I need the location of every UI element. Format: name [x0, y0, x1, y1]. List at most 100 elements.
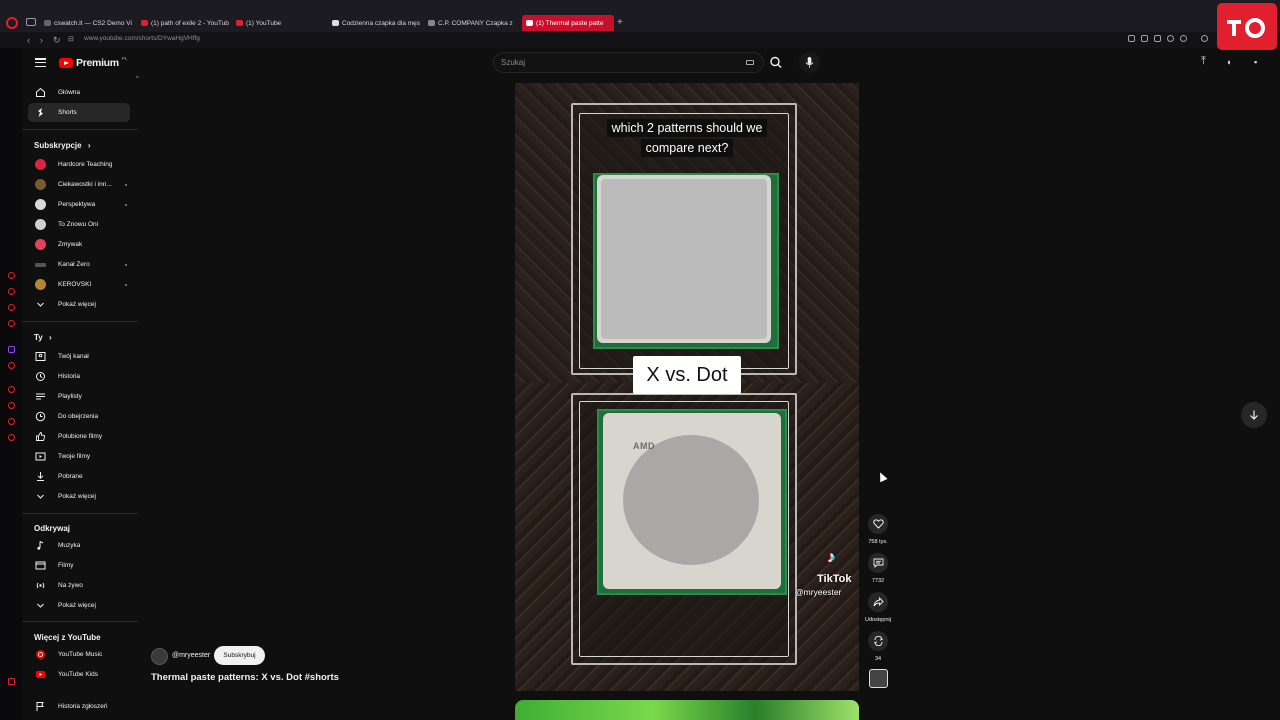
back-arrow-icon[interactable]: ‹ — [27, 35, 30, 45]
shield-icon[interactable] — [1154, 35, 1161, 42]
show-more-explore[interactable]: Pokaż więcej — [28, 596, 130, 615]
play-icon[interactable] — [1167, 35, 1174, 42]
sidebar-item-subscription[interactable]: Ciekawostki i inn... — [28, 175, 130, 194]
video-icon — [35, 451, 46, 462]
sidebar-divider — [22, 513, 138, 514]
channel-thumbnail[interactable] — [869, 669, 888, 688]
instagram-icon[interactable] — [8, 288, 15, 295]
sidebar-item-label: Ciekawostki i inn... — [58, 181, 112, 188]
browser-tab-cp-company[interactable]: C.P. COMPANY Czapka z — [424, 15, 518, 31]
browser-tab-path-of-exile[interactable]: (1) path of exile 2 - YouTub — [137, 15, 231, 31]
sidebar-item-label: Muzyka — [58, 542, 81, 549]
sidebar-item-playlists[interactable]: Playlisty — [28, 387, 130, 406]
sidebar-item-shorts[interactable]: Shorts — [28, 103, 130, 122]
channel-avatar — [35, 159, 46, 170]
remix-button[interactable] — [868, 631, 888, 651]
snapshot-icon[interactable] — [1141, 35, 1148, 42]
caption-line: compare next? — [640, 139, 734, 157]
voice-search-button[interactable] — [799, 52, 820, 73]
search-box[interactable] — [493, 52, 764, 73]
twitch-icon[interactable] — [8, 346, 15, 353]
sidebar-item-subscription[interactable]: KEROVSKI — [28, 275, 130, 294]
subscriptions-heading[interactable]: Subskrypcje › — [34, 141, 90, 150]
next-short-button[interactable] — [1241, 402, 1267, 428]
film-icon — [35, 560, 46, 571]
sidebar-scroll-up-icon[interactable]: ^ — [136, 76, 139, 82]
keyboard-icon[interactable] — [746, 60, 754, 65]
show-more-you[interactable]: Pokaż więcej — [28, 487, 130, 506]
youtube-premium-logo[interactable]: Premium PL — [59, 56, 127, 69]
short-video-player[interactable]: AMD which 2 patterns should we compare n… — [515, 83, 859, 691]
opera-logo-icon[interactable] — [6, 17, 18, 29]
search-button[interactable] — [764, 52, 788, 73]
sidebar-item-subscription[interactable]: Hardcore Teaching — [28, 155, 130, 174]
sidebar-item-youtube-kids[interactable]: YouTube Kids — [28, 665, 130, 684]
profile-icon[interactable] — [1201, 35, 1208, 42]
site-info-icon[interactable]: ⊟ — [68, 35, 74, 45]
subscribe-button[interactable]: Subskrybuj — [214, 646, 265, 665]
browser-tab-thermal-paste[interactable]: (1) Thermal paste patte — [522, 15, 614, 31]
sidebar-item-subscription[interactable]: To Znowu Oni — [28, 215, 130, 234]
settings-sidebar-icon[interactable] — [8, 434, 15, 441]
more-sidebar-icon[interactable] — [8, 678, 15, 685]
browser-tab-czapka[interactable]: Codzienna czapka dla męs — [328, 15, 422, 31]
music-player-icon[interactable] — [8, 362, 15, 369]
you-heading[interactable]: Ty › — [34, 333, 52, 342]
live-icon — [35, 580, 46, 591]
messenger-icon[interactable] — [8, 272, 15, 279]
sidebar-item-youtube-music[interactable]: YouTube Music — [28, 645, 130, 664]
show-more-subscriptions[interactable]: Pokaż więcej — [28, 295, 130, 314]
sidebar-divider — [22, 621, 138, 622]
guide-menu-icon[interactable] — [35, 58, 46, 68]
chevron-right-icon: › — [48, 333, 52, 342]
next-short-preview[interactable] — [515, 700, 859, 720]
sidebar-item-label: Hardcore Teaching — [58, 161, 113, 168]
heart-icon — [872, 519, 884, 529]
share-button[interactable] — [868, 592, 888, 612]
sidebar-item-subscription[interactable]: Perspektywa — [28, 195, 130, 214]
heart-icon[interactable] — [1180, 35, 1187, 42]
music-icon — [35, 540, 46, 551]
sidebar-item-subscription[interactable]: Zmywak — [28, 235, 130, 254]
browser-tab-cswatch[interactable]: cswatch.lt — CS2 Demo Vi — [40, 15, 136, 31]
browser-tab-youtube[interactable]: (1) YouTube — [232, 15, 326, 31]
like-button[interactable] — [868, 514, 888, 534]
sidebar-item-live[interactable]: Na żywo — [28, 576, 130, 595]
sidebar-item-history[interactable]: Historia — [28, 367, 130, 386]
short-title[interactable]: Thermal paste patterns: X vs. Dot #short… — [151, 672, 339, 683]
tab-favicon-icon — [428, 20, 435, 26]
search-input[interactable] — [501, 58, 731, 67]
sidebar-item-films[interactable]: Filmy — [28, 556, 130, 575]
extension-icon[interactable] — [1128, 35, 1135, 42]
sidebar-item-your-channel[interactable]: Twój kanał — [28, 347, 130, 366]
sidebar-item-watch-later[interactable]: Do obejrzenia — [28, 407, 130, 426]
channel-avatar[interactable] — [151, 648, 168, 665]
notifications-icon[interactable]: ◖ — [1226, 57, 1231, 67]
chevron-down-icon — [35, 299, 46, 310]
tab-label: cswatch.lt — CS2 Demo Vi — [54, 19, 132, 27]
sidebar-item-subscription[interactable]: Kanał Zero — [28, 255, 130, 274]
sidebar-item-downloads[interactable]: Pobrane — [28, 467, 130, 486]
bookmarks-sidebar-icon[interactable] — [8, 402, 15, 409]
downloads-sidebar-icon[interactable] — [8, 418, 15, 425]
sidebar-item-home[interactable]: Główna — [28, 83, 130, 102]
sidebar-item-your-videos[interactable]: Twoje filmy — [28, 447, 130, 466]
workspaces-icon[interactable] — [26, 18, 36, 26]
history-sidebar-icon[interactable] — [8, 386, 15, 393]
sidebar-item-music[interactable]: Muzyka — [28, 536, 130, 555]
reload-icon[interactable]: ↻ — [53, 35, 61, 45]
sidebar-item-report-history[interactable]: Historia zgłoszeń — [28, 697, 130, 716]
whatsapp-icon[interactable] — [8, 304, 15, 311]
account-avatar[interactable]: ▪ — [1254, 57, 1257, 67]
upload-icon[interactable]: ⤒ — [1201, 55, 1206, 68]
channel-name[interactable]: @mryeester — [172, 652, 210, 659]
forward-arrow-icon[interactable]: › — [40, 35, 43, 45]
comment-count: 7732 — [871, 578, 885, 584]
url-field[interactable]: www.youtube.com/shorts/DYwaHgVHffg — [84, 35, 200, 42]
telegram-icon[interactable] — [8, 320, 15, 327]
comments-button[interactable] — [868, 553, 888, 573]
sidebar-item-liked-videos[interactable]: Polubione filmy — [28, 427, 130, 446]
new-tab-icon[interactable]: + — [617, 17, 623, 28]
versus-label: X vs. Dot — [633, 356, 741, 394]
sidebar-item-label: Główna — [58, 89, 81, 96]
